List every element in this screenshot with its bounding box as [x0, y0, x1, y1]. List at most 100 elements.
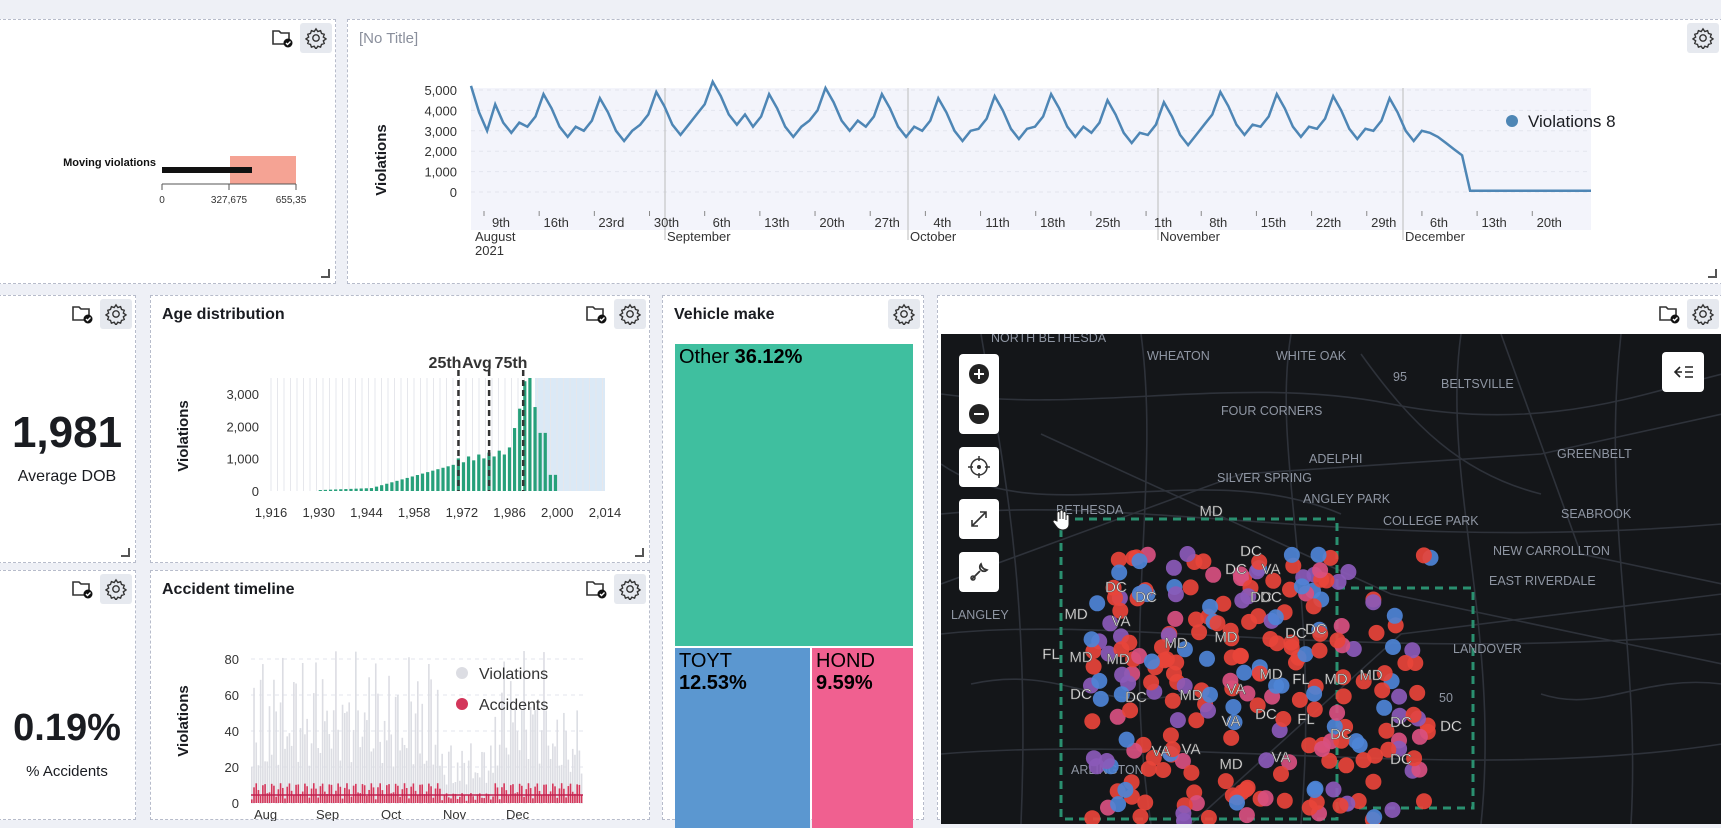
map-point[interactable]	[1368, 624, 1385, 641]
map-point[interactable]	[1273, 766, 1289, 782]
map-point[interactable]	[1262, 631, 1279, 647]
map-point[interactable]	[1291, 691, 1308, 708]
map-point[interactable]	[1283, 546, 1300, 563]
map-point[interactable]	[1267, 609, 1284, 626]
map-point[interactable]	[1365, 773, 1382, 790]
map-point[interactable]	[1162, 727, 1179, 744]
map-point[interactable]	[1301, 799, 1318, 816]
map-point[interactable]	[1306, 685, 1323, 702]
zoom-out-icon[interactable]	[959, 394, 999, 434]
map-point[interactable]	[1374, 682, 1391, 699]
map-point[interactable]	[1310, 546, 1327, 563]
map-point[interactable]	[1312, 562, 1329, 579]
map-point[interactable]	[1143, 653, 1160, 670]
resize-handle[interactable]	[635, 548, 644, 557]
map-point[interactable]	[1118, 731, 1135, 748]
map-point[interactable]	[1311, 642, 1328, 659]
resize-handle[interactable]	[121, 548, 130, 557]
map-point[interactable]	[1365, 594, 1382, 611]
gear-icon[interactable]	[100, 299, 132, 329]
map-point[interactable]	[1223, 729, 1240, 746]
map-point[interactable]	[1293, 578, 1310, 595]
map-point[interactable]	[1117, 781, 1134, 798]
map-point[interactable]	[1329, 704, 1346, 721]
map-point[interactable]	[1137, 794, 1154, 811]
map-point[interactable]	[1199, 650, 1215, 667]
resize-handle[interactable]	[321, 269, 330, 278]
map-point[interactable]	[1131, 553, 1148, 570]
map-point[interactable]	[1275, 711, 1292, 727]
map-point[interactable]	[1205, 566, 1222, 583]
map-point[interactable]	[1335, 688, 1352, 705]
map-point[interactable]	[1305, 598, 1322, 615]
map-point[interactable]	[1411, 728, 1428, 745]
map-point[interactable]	[1217, 773, 1234, 790]
map-point[interactable]	[1179, 546, 1196, 562]
map-point[interactable]	[1241, 613, 1258, 630]
map-point[interactable]	[1121, 634, 1138, 651]
map-point[interactable]	[1306, 782, 1323, 798]
map-point[interactable]	[1167, 586, 1184, 603]
map-point[interactable]	[1084, 810, 1101, 824]
map-point[interactable]	[1257, 790, 1274, 807]
map-point[interactable]	[1386, 607, 1403, 624]
map-point[interactable]	[1340, 564, 1357, 580]
folder-check-icon[interactable]	[66, 574, 98, 604]
resize-handle[interactable]	[1708, 269, 1717, 278]
map-point[interactable]	[1195, 553, 1212, 570]
map-point[interactable]	[1276, 792, 1293, 809]
accident-chart[interactable]: Violations 80 60 40 20 0 Aug Sep Oct Nov Dec Vio…	[151, 571, 651, 821]
map-point[interactable]	[1234, 592, 1251, 609]
map-point[interactable]	[1229, 794, 1245, 811]
map-point[interactable]	[1202, 686, 1218, 703]
map-point[interactable]	[1084, 713, 1101, 730]
treemap-cell-other[interactable]: Other 36.12%	[675, 344, 913, 646]
map-point[interactable]	[1325, 781, 1342, 798]
map-point[interactable]	[1191, 624, 1208, 641]
age-histogram[interactable]: Violations 3,0002,0001,0000 25th Avg 75th …	[151, 296, 651, 564]
map-point[interactable]	[1132, 808, 1149, 824]
map-point[interactable]	[1238, 807, 1255, 824]
map-point[interactable]	[1165, 559, 1182, 576]
gear-icon[interactable]	[1687, 299, 1719, 329]
map-point[interactable]	[1333, 618, 1350, 634]
gear-icon[interactable]	[888, 299, 920, 329]
map-point[interactable]	[1297, 646, 1314, 663]
map-point[interactable]	[1384, 802, 1401, 818]
expand-icon[interactable]	[959, 499, 999, 539]
map-point[interactable]	[1092, 690, 1109, 707]
treemap-cell-toyt[interactable]: TOYT 12.53%	[675, 648, 810, 828]
map-point[interactable]	[1182, 579, 1199, 596]
treemap-cell-hond[interactable]: HOND 9.59%	[812, 648, 913, 828]
map-point[interactable]	[1110, 796, 1127, 813]
map-point[interactable]	[1098, 753, 1115, 769]
wrench-icon[interactable]	[959, 552, 999, 592]
zoom-in-icon[interactable]	[959, 354, 999, 394]
map-point[interactable]	[1183, 764, 1200, 781]
folder-check-icon[interactable]	[66, 299, 98, 329]
map-point[interactable]	[1143, 674, 1160, 691]
map-point[interactable]	[1089, 595, 1106, 612]
folder-check-icon[interactable]	[1653, 299, 1685, 329]
map-point[interactable]	[1314, 741, 1331, 757]
map-point[interactable]	[1338, 757, 1355, 774]
map-point[interactable]	[1385, 639, 1401, 655]
map-point[interactable]	[1083, 631, 1100, 648]
timeline-chart[interactable]: Violations 5,000 4,000 3,000 2,000 1,000 0 9t…	[348, 20, 1721, 285]
gear-icon[interactable]	[100, 574, 132, 604]
map-point[interactable]	[1355, 752, 1372, 769]
map-point[interactable]	[1169, 712, 1186, 729]
map-point[interactable]	[1409, 684, 1426, 701]
map-point[interactable]	[1366, 809, 1383, 824]
map-point[interactable]	[1167, 610, 1184, 627]
map-point[interactable]	[1416, 793, 1432, 810]
crosshair-icon[interactable]	[959, 447, 999, 487]
map-canvas[interactable]: NORTH BETHESDA WHEATON WHITE OAK BELTSVILLE…	[941, 334, 1721, 824]
map-point[interactable]	[1091, 672, 1108, 689]
map-point[interactable]	[1200, 702, 1216, 719]
map-point[interactable]	[1391, 688, 1408, 705]
map-point[interactable]	[1202, 598, 1219, 615]
map-point[interactable]	[1329, 632, 1346, 649]
map-point[interactable]	[1232, 648, 1249, 665]
map-point[interactable]	[1332, 797, 1349, 814]
